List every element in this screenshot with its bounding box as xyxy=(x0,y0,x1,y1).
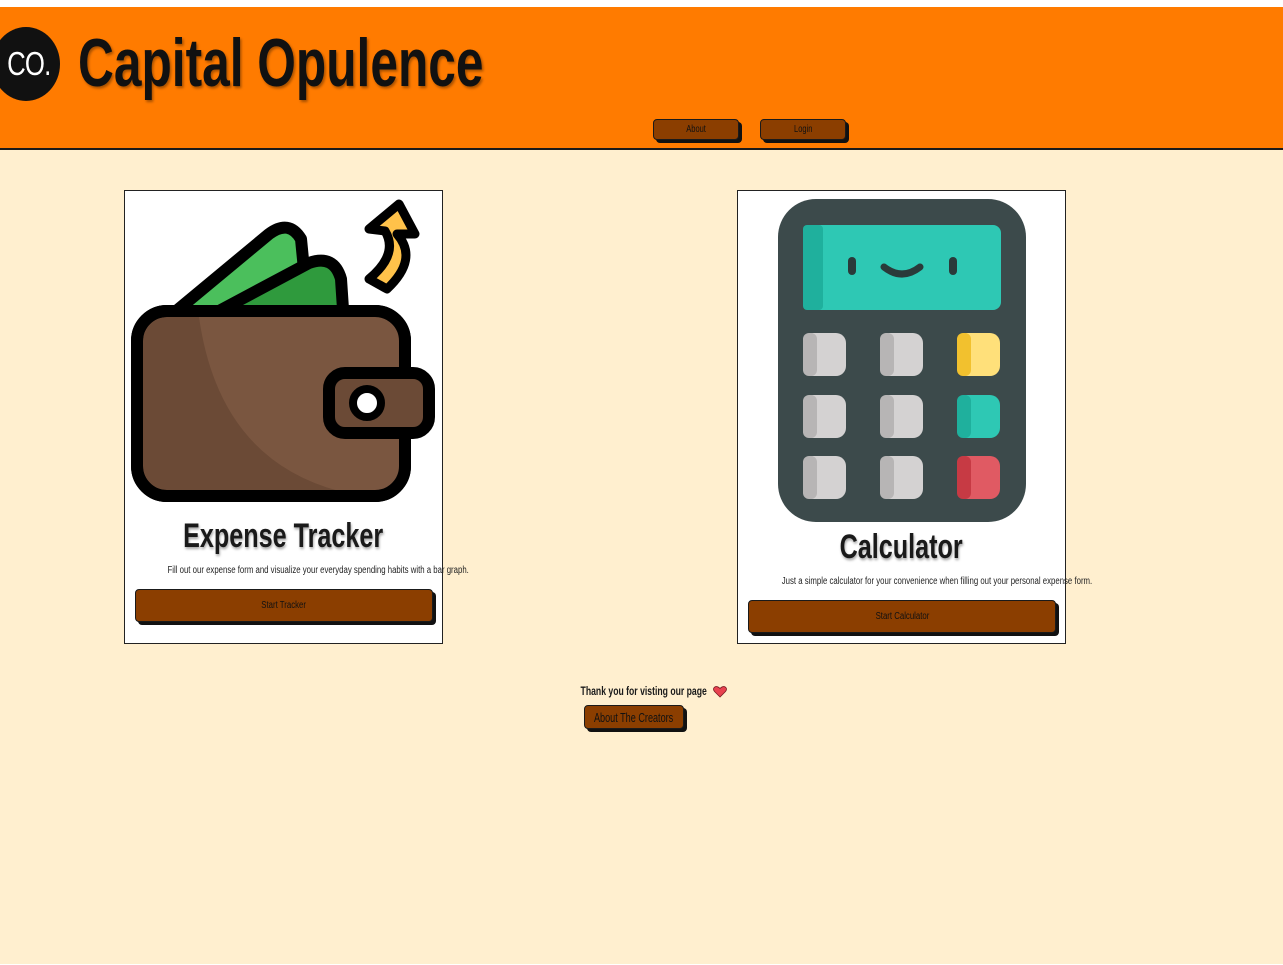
wallet-icon xyxy=(131,199,435,502)
about-nav-button[interactable]: About xyxy=(653,119,739,140)
logo[interactable]: CO. xyxy=(0,27,60,101)
start-tracker-label: Start Tracker xyxy=(261,600,307,611)
start-tracker-button[interactable]: Start Tracker xyxy=(135,589,433,622)
brand-title: Capital Opulence xyxy=(78,25,484,101)
page-background: CO. Capital Opulence About Login Expense… xyxy=(0,7,1283,964)
about-creators-label: About The Creators xyxy=(594,709,674,725)
site-header: CO. Capital Opulence About Login xyxy=(0,7,1283,150)
heart-icon xyxy=(712,686,727,698)
thanks-text: Thank you for visting our page xyxy=(580,684,707,698)
start-calculator-label: Start Calculator xyxy=(875,611,929,622)
logo-text: CO. xyxy=(7,45,51,82)
about-creators-button[interactable]: About The Creators xyxy=(584,705,684,729)
calculator-title: Calculator xyxy=(839,528,964,566)
calculator-card: Calculator Just a simple calculator for … xyxy=(737,190,1093,644)
calculator-icon xyxy=(778,199,1026,522)
expense-tracker-title: Expense Tracker xyxy=(183,517,384,555)
about-nav-label: About xyxy=(686,124,706,135)
start-calculator-button[interactable]: Start Calculator xyxy=(748,600,1056,633)
calculator-description: Just a simple calculator for your conven… xyxy=(781,576,1093,587)
login-nav-label: Login xyxy=(793,124,813,135)
expense-tracker-card: Expense Tracker Fill out our expense for… xyxy=(124,190,469,644)
expense-tracker-description: Fill out our expense form and visualize … xyxy=(167,565,469,576)
login-nav-button[interactable]: Login xyxy=(760,119,846,140)
thanks-message: Thank you for visting our page xyxy=(0,684,1283,698)
